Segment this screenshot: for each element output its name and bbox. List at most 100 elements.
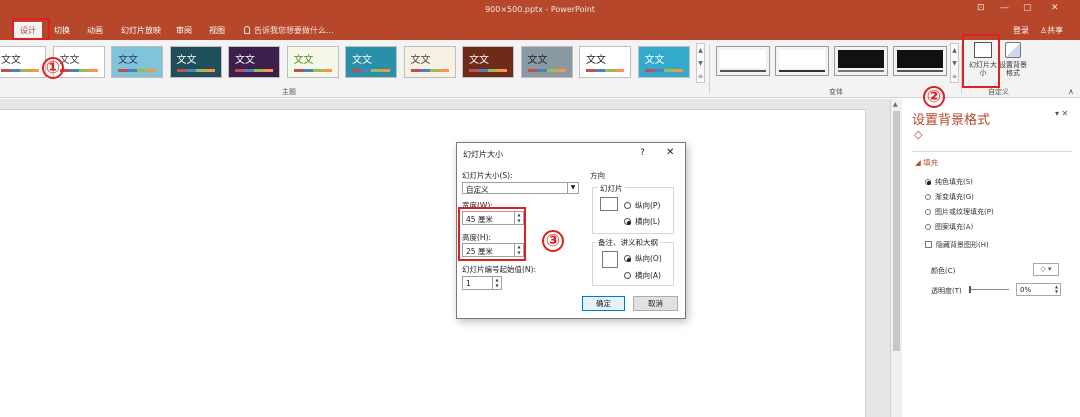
hide-background-checkbox[interactable]: 隐藏背景图形(H) xyxy=(925,240,989,250)
minimize-icon[interactable]: — xyxy=(1000,3,1009,13)
fill-section-header[interactable]: ◢ 填充 xyxy=(915,157,938,168)
variants-scroll[interactable]: ▲ ▼ ≡ xyxy=(950,43,959,83)
title-bar: 900×500.pptx - PowerPoint ⊡ — ▢ ✕ xyxy=(0,0,1080,20)
share-label: 共享 xyxy=(1047,26,1064,35)
landscape-page-icon xyxy=(600,197,618,211)
scroll-up-icon[interactable]: ▲ xyxy=(893,101,898,108)
fill-option-radio[interactable]: 纯色填充(S) xyxy=(925,177,973,187)
fill-option-radio[interactable]: 图案填充(A) xyxy=(925,222,973,232)
theme-sample-text: 文文 xyxy=(586,55,606,66)
slide-size-select[interactable]: 自定义 ▼ xyxy=(462,182,579,194)
tab-view[interactable]: 视图 xyxy=(209,25,225,36)
theme-thumbnail[interactable]: 文文 xyxy=(637,46,690,78)
theme-thumbnail[interactable]: 文文 xyxy=(520,46,573,78)
theme-sample-text: 文文 xyxy=(527,55,548,66)
theme-color-strip xyxy=(59,69,98,72)
theme-thumbnail[interactable]: 文文 xyxy=(0,46,46,78)
pane-close-button[interactable]: ▾ ✕ xyxy=(1055,109,1068,118)
login-link[interactable]: 登录 xyxy=(1013,25,1029,36)
theme-thumbnail[interactable]: 文文 xyxy=(403,46,456,78)
slider-knob[interactable] xyxy=(969,286,971,293)
theme-color-strip xyxy=(410,69,449,72)
fill-option-radio[interactable]: 渐变填充(G) xyxy=(925,192,974,202)
slides-portrait-radio[interactable]: 纵向(P) xyxy=(624,200,660,211)
scroll-thumb[interactable] xyxy=(893,111,900,351)
ribbon-separator xyxy=(709,44,710,94)
theme-sample-text: 文文 xyxy=(293,55,314,66)
transparency-label: 透明度(T) xyxy=(931,287,962,295)
tab-animations[interactable]: 动画 xyxy=(87,25,103,36)
theme-thumbnail[interactable]: 文文 xyxy=(228,46,280,78)
theme-thumbnail[interactable]: 文文 xyxy=(111,46,163,78)
annotation-number-1: ① xyxy=(42,57,64,79)
format-background-button[interactable]: 设置背景格式 xyxy=(998,42,1028,77)
tab-slideshow[interactable]: 幻灯片放映 xyxy=(121,25,161,36)
transparency-value: 0% xyxy=(1020,286,1032,294)
help-button[interactable]: ? xyxy=(640,148,645,158)
paint-bucket-icon: ◇ xyxy=(1040,265,1046,273)
slide-scrollbar[interactable]: ▲ xyxy=(890,99,902,417)
themes-group-label: 主题 xyxy=(282,88,296,96)
dialog-close-button[interactable]: ✕ xyxy=(666,147,674,158)
share-button[interactable]: ♙共享 xyxy=(1040,25,1063,36)
collapse-ribbon-icon[interactable]: ∧ xyxy=(1068,87,1074,96)
theme-sample-text: 文文 xyxy=(176,55,197,66)
tab-review[interactable]: 审阅 xyxy=(176,25,192,36)
cancel-button[interactable]: 取消 xyxy=(633,296,678,311)
variant-thumbnail[interactable] xyxy=(775,46,829,76)
notes-landscape-radio[interactable]: 横向(A) xyxy=(624,270,661,281)
themes-scroll[interactable]: ▲ ▼ ≡ xyxy=(696,43,705,83)
slides-landscape-radio[interactable]: 横向(L) xyxy=(624,216,660,227)
start-number-spinner[interactable]: ▲ ▼ xyxy=(492,277,501,289)
theme-color-strip xyxy=(644,69,683,72)
theme-color-strip xyxy=(235,69,273,72)
ribbon-display-options-icon[interactable]: ⊡ xyxy=(977,3,985,13)
close-icon[interactable]: ✕ xyxy=(1051,3,1059,13)
fill-option-label: 纯色填充(S) xyxy=(935,178,973,186)
slides-landscape-label: 横向(L) xyxy=(635,217,661,226)
transparency-spinner[interactable]: ▲ ▼ xyxy=(1053,284,1060,295)
color-picker-button[interactable]: ◇ ▾ xyxy=(1033,263,1059,276)
tab-transitions[interactable]: 切换 xyxy=(54,25,70,36)
pane-divider xyxy=(912,151,1072,152)
theme-thumbnail[interactable]: 文文 xyxy=(286,46,339,78)
tell-me-search[interactable]: 告诉我您想要做什么... xyxy=(244,25,334,36)
notes-portrait-radio[interactable]: 纵向(O) xyxy=(624,253,662,264)
slide-editing-area xyxy=(0,99,890,417)
orientation-label: 方向 xyxy=(590,171,605,180)
start-number-input[interactable]: 1 ▲ ▼ xyxy=(462,276,502,290)
theme-sample-text: 文文 xyxy=(644,55,665,66)
theme-sample-text: 文文 xyxy=(235,55,255,66)
theme-thumbnail[interactable]: 文文 xyxy=(462,46,514,78)
variant-color-line xyxy=(897,70,943,72)
maximize-icon[interactable]: ▢ xyxy=(1023,3,1032,13)
dialog-title: 幻灯片大小 xyxy=(463,150,503,159)
theme-color-strip xyxy=(1,69,39,72)
fill-option-radio[interactable]: 图片或纹理填充(P) xyxy=(925,207,994,217)
paint-bucket-icon[interactable]: ◇ xyxy=(914,128,922,141)
checkbox-icon xyxy=(925,241,932,248)
slide-size-label: 幻灯片大小(S): xyxy=(462,171,513,180)
annotation-box-dimensions xyxy=(458,207,526,261)
transparency-input[interactable]: 0% ▲ ▼ xyxy=(1016,283,1061,296)
theme-sample-text: 文文 xyxy=(118,55,138,66)
radio-icon xyxy=(925,209,931,215)
radio-icon xyxy=(925,224,931,230)
format-background-label: 设置背景格式 xyxy=(999,61,1027,77)
slides-portrait-label: 纵向(P) xyxy=(635,201,661,210)
transparency-slider[interactable] xyxy=(969,286,1009,293)
variant-thumbnail[interactable] xyxy=(834,46,888,76)
theme-thumbnail[interactable]: 文文 xyxy=(579,46,631,78)
notes-group-label: 备注、讲义和大纲 xyxy=(596,237,660,248)
theme-thumbnail[interactable]: 文文 xyxy=(345,46,397,78)
slide-canvas[interactable] xyxy=(0,109,866,417)
theme-thumbnail[interactable]: 文文 xyxy=(169,46,222,78)
theme-color-strip xyxy=(469,69,507,72)
variant-thumbnail[interactable] xyxy=(893,46,947,76)
ok-button[interactable]: 确定 xyxy=(582,296,625,311)
theme-sample-text: 文文 xyxy=(1,55,21,66)
variant-preview xyxy=(897,50,943,68)
variant-thumbnail[interactable] xyxy=(716,46,770,76)
chevron-down-icon[interactable]: ▼ xyxy=(567,183,578,193)
variant-color-line xyxy=(779,70,825,72)
